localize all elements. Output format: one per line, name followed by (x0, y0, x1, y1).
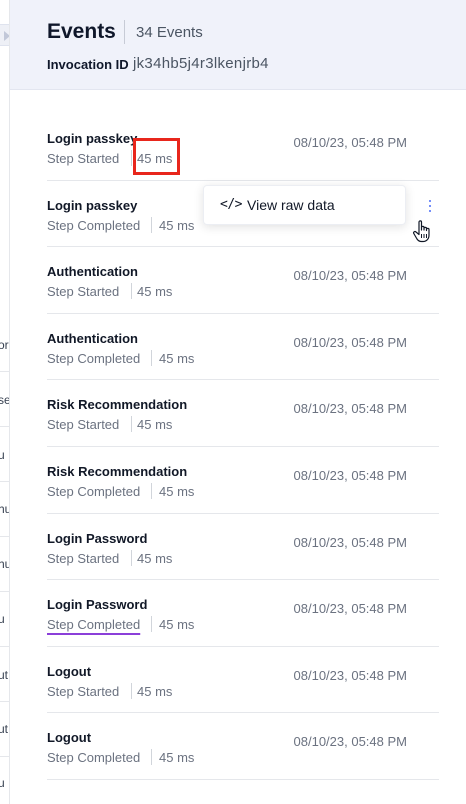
divider (131, 283, 132, 300)
hand-cursor-icon (412, 219, 434, 243)
event-row[interactable]: Login passkey Step Started 45 ms 08/10/2… (47, 114, 439, 181)
clipped-text: u (0, 776, 5, 790)
event-row[interactable]: Risk Recommendation Step Started 45 ms 0… (47, 380, 439, 447)
event-row[interactable]: Login Password Step Completed 45 ms 08/1… (47, 580, 439, 647)
kebab-dot (429, 200, 431, 202)
event-timestamp: 08/10/23, 05:48 PM (293, 334, 407, 350)
code-icon: </> (220, 197, 242, 212)
context-menu: </> View raw data (203, 185, 406, 225)
event-duration: 45 ms (137, 683, 173, 699)
event-duration: 45 ms (159, 217, 195, 233)
divider (151, 216, 152, 233)
event-row[interactable]: Risk Recommendation Step Completed 45 ms… (47, 447, 439, 514)
event-timestamp: 08/10/23, 05:48 PM (293, 135, 407, 150)
page-title: Events (47, 20, 116, 43)
clipped-text: u (0, 612, 5, 626)
event-timestamp: 08/10/23, 05:48 PM (293, 268, 407, 284)
divider (151, 349, 152, 366)
event-status: Step Started (47, 151, 120, 166)
kebab-dot (429, 210, 431, 212)
event-timestamp: 08/10/23, 05:48 PM (293, 534, 407, 550)
event-row[interactable]: Authentication Step Started 45 ms 08/10/… (47, 247, 439, 314)
divider (151, 616, 152, 633)
clipped-text: or (0, 338, 9, 352)
event-status: Step Started (47, 417, 120, 433)
highlight-annotation (133, 138, 180, 175)
kebab-dot (429, 205, 431, 207)
invocation-id-value: jk34hb5j4r3lkenjrb4 (133, 55, 269, 72)
event-status: Step Completed (47, 217, 141, 233)
more-options-button[interactable] (424, 199, 436, 215)
event-duration: 45 ms (159, 750, 195, 766)
event-timestamp: 08/10/23, 05:48 PM (293, 401, 407, 417)
event-row[interactable]: Logout Step Completed 45 ms 08/10/23, 05… (47, 713, 439, 780)
event-name: Logout (47, 730, 92, 746)
event-name: Login Password (47, 597, 148, 613)
event-timestamp: 08/10/23, 05:48 PM (293, 467, 407, 483)
clipped-text: ut (0, 668, 9, 682)
event-timestamp: 08/10/23, 05:48 PM (293, 601, 407, 617)
event-status: Step Completed (47, 483, 141, 499)
event-status: Step Started (47, 284, 120, 300)
event-status: Step Completed (47, 750, 141, 766)
event-name: Login passkey (47, 131, 138, 146)
event-status: Step Started (47, 550, 120, 566)
expand-panel-button[interactable] (0, 24, 9, 46)
event-name: Login passkey (47, 197, 138, 213)
divider (131, 416, 132, 433)
event-row[interactable]: Login Password Step Started 45 ms 08/10/… (47, 514, 439, 581)
event-timestamp: 08/10/23, 05:48 PM (293, 667, 407, 683)
event-count: 34 Events (136, 24, 203, 41)
event-timestamp: 08/10/23, 05:48 PM (293, 734, 407, 750)
event-duration: 45 ms (159, 617, 195, 633)
divider (151, 749, 152, 766)
divider (131, 549, 132, 566)
event-duration: 45 ms (137, 417, 173, 433)
event-duration: 45 ms (159, 483, 195, 499)
event-name: Authentication (47, 330, 138, 346)
clipped-text: hu (0, 557, 9, 571)
event-duration: 45 ms (137, 284, 173, 300)
invocation-id-label: Invocation ID (47, 57, 129, 72)
clipped-text: u (0, 448, 5, 462)
event-name: Risk Recommendation (47, 463, 188, 479)
menu-item-label: View raw data (247, 197, 335, 213)
event-name: Risk Recommendation (47, 397, 188, 413)
event-row[interactable]: Authentication Step Completed 45 ms 08/1… (47, 314, 439, 381)
clipped-text: ut (0, 722, 9, 736)
event-name: Authentication (47, 264, 138, 280)
background-panel: or se u hu hu u ut ut u (0, 0, 10, 804)
event-name: Logout (47, 663, 92, 679)
event-duration: 45 ms (159, 350, 195, 366)
divider (151, 482, 152, 499)
event-duration: 45 ms (137, 550, 173, 566)
clipped-text: hu (0, 502, 9, 516)
divider (124, 20, 125, 44)
event-name: Login Password (47, 530, 148, 546)
divider (131, 682, 132, 699)
divider (131, 150, 132, 166)
event-row[interactable]: Logout Step Started 45 ms 08/10/23, 05:4… (47, 647, 439, 714)
clipped-text: se (0, 393, 9, 407)
events-header: Events 34 Events Invocation ID jk34hb5j4… (10, 0, 466, 90)
event-status: Step Completed (47, 350, 141, 366)
event-status-link[interactable]: Step Completed (47, 617, 140, 632)
event-status: Step Started (47, 683, 120, 699)
